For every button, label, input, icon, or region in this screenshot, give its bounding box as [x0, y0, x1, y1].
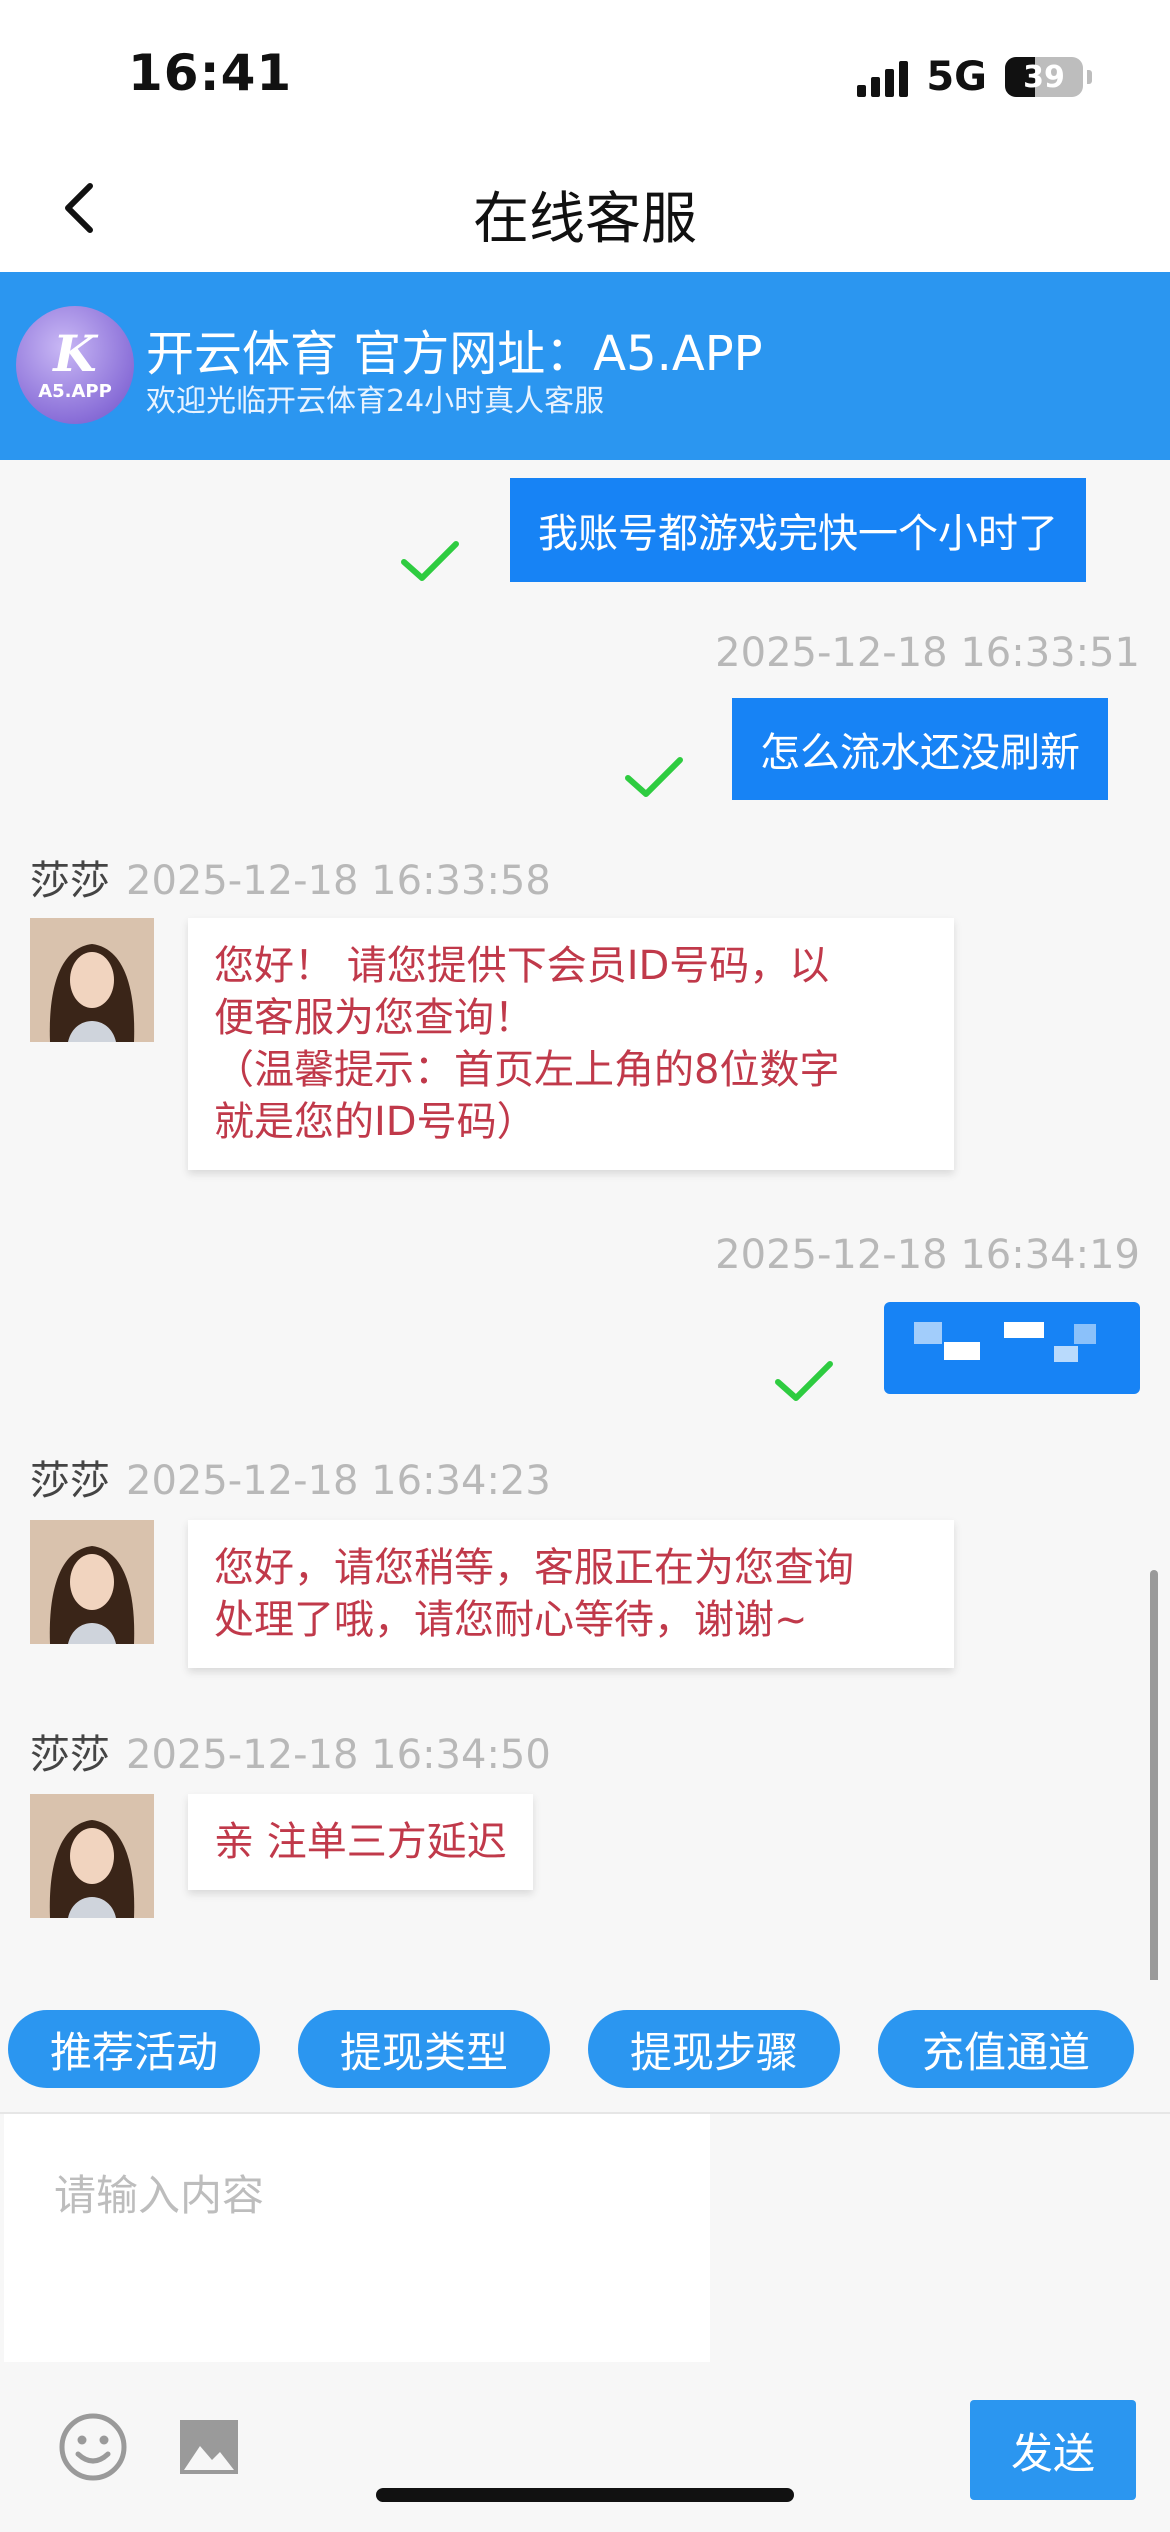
sent-check-icon: [401, 541, 459, 581]
message-timestamp: 2025-12-18 16:33:51: [715, 630, 1140, 676]
agent-message-header: 莎莎 2025-12-18 16:34:50: [30, 1722, 551, 1780]
send-button[interactable]: 发送: [970, 2400, 1136, 2500]
agent-name: 莎莎: [30, 858, 110, 904]
message-composer: 请输入内容 发送: [0, 2112, 1170, 2532]
home-indicator: [376, 2488, 794, 2502]
agent-message-bubble: 您好！ 请您提供下会员ID号码，以 便客服为您查询！ （温馨提示：首页左上角的8…: [188, 918, 954, 1170]
message-line: 您好！ 请您提供下会员ID号码，以: [214, 943, 830, 989]
brand-title: 开云体育 官方网址：A5.APP: [146, 326, 763, 382]
nav-bar: 在线客服: [0, 150, 1170, 272]
message-timestamp: 2025-12-18 16:34:50: [126, 1732, 551, 1778]
agent-avatar-image: [30, 918, 154, 1042]
agent-avatar[interactable]: [30, 1794, 154, 1918]
message-line: 处理了哦，请您耐心等待，谢谢~: [214, 1597, 808, 1643]
input-placeholder: 请输入内容: [54, 2171, 265, 2220]
message-timestamp: 2025-12-18 16:33:58: [126, 858, 551, 904]
sent-check-icon: [775, 1361, 833, 1401]
message-line: 就是您的ID号码）: [214, 1099, 537, 1145]
agent-avatar[interactable]: [30, 918, 154, 1042]
battery-nub: [1087, 70, 1092, 84]
message-line: 您好，请您稍等，客服正在为您查询: [214, 1545, 854, 1591]
message-line: 便客服为您查询！: [214, 995, 534, 1041]
quick-reply-button[interactable]: 提现类型: [298, 2010, 550, 2088]
my-message-censored: [884, 1302, 1140, 1394]
brand-header: K A5.APP 开云体育 官方网址：A5.APP 欢迎光临开云体育24小时真人…: [0, 272, 1170, 460]
message-text: 亲 注单三方延迟: [214, 1819, 507, 1865]
agent-name: 莎莎: [30, 1732, 110, 1778]
agent-message-header: 莎莎 2025-12-18 16:33:58: [30, 848, 551, 906]
my-message-bubble: 我账号都游戏完快一个小时了: [510, 478, 1086, 582]
agent-name: 莎莎: [30, 1458, 110, 1504]
agent-message-bubble: 您好，请您稍等，客服正在为您查询 处理了哦，请您耐心等待，谢谢~: [188, 1520, 954, 1668]
battery-icon: 39: [1005, 57, 1083, 97]
status-time: 16:41: [128, 44, 293, 102]
brand-logo: K A5.APP: [16, 306, 134, 424]
my-message-bubble: 怎么流水还没刷新: [732, 698, 1108, 800]
quick-reply-button[interactable]: 充值通道: [878, 2010, 1134, 2088]
message-timestamp: 2025-12-18 16:34:19: [715, 1232, 1140, 1278]
logo-text: A5.APP: [38, 380, 112, 402]
agent-message-header: 莎莎 2025-12-18 16:34:23: [30, 1448, 551, 1506]
agent-avatar-image: [30, 1794, 154, 1918]
emoji-icon[interactable]: [58, 2412, 128, 2482]
network-type: 5G: [926, 54, 987, 100]
agent-avatar[interactable]: [30, 1520, 154, 1644]
agent-message-bubble: 亲 注单三方延迟: [188, 1794, 533, 1890]
status-bar: 16:41 5G 39: [0, 0, 1170, 150]
message-line: （温馨提示：首页左上角的8位数字: [214, 1047, 840, 1093]
message-timestamp: 2025-12-18 16:34:23: [126, 1458, 551, 1504]
message-text: 怎么流水还没刷新: [760, 730, 1080, 776]
message-text: 我账号都游戏完快一个小时了: [538, 511, 1058, 557]
page-title: 在线客服: [473, 187, 697, 252]
image-icon[interactable]: [178, 2416, 240, 2478]
battery-percent: 39: [1023, 59, 1065, 95]
chat-scrollbar[interactable]: [1150, 1570, 1158, 1980]
logo-mark: K: [53, 323, 97, 383]
quick-reply-button[interactable]: 提现步骤: [588, 2010, 840, 2088]
sent-check-icon: [625, 757, 683, 797]
brand-subtitle: 欢迎光临开云体育24小时真人客服: [146, 384, 605, 419]
quick-reply-button[interactable]: 推荐活动: [8, 2010, 260, 2088]
agent-avatar-image: [30, 1520, 154, 1644]
cellular-signal-icon: [857, 57, 909, 97]
message-input[interactable]: 请输入内容: [4, 2114, 710, 2362]
status-indicators: 5G 39: [857, 54, 1092, 100]
chat-messages[interactable]: 我账号都游戏完快一个小时了 2025-12-18 16:33:51 怎么流水还没…: [0, 460, 1170, 1980]
quick-replies: 推荐活动 提现类型 提现步骤 充值通道: [0, 1980, 1170, 2110]
